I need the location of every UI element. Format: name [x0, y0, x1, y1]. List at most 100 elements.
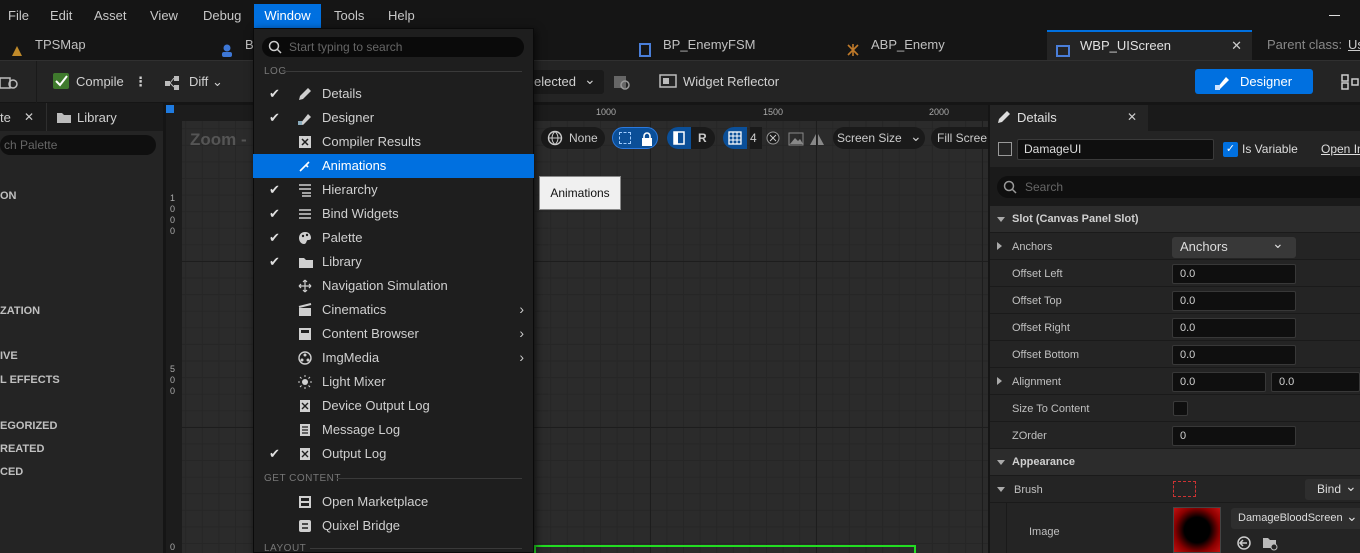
respect-locks-toggle[interactable]: R: [667, 127, 715, 149]
close-icon[interactable]: ✕: [1231, 31, 1242, 61]
alignment-y-input[interactable]: 0.0: [1271, 372, 1360, 392]
use-selected-icon[interactable]: [1236, 535, 1252, 553]
menu-debug[interactable]: Debug: [195, 4, 249, 28]
graph-mode-icon[interactable]: [1340, 73, 1360, 94]
menu-asset[interactable]: Asset: [86, 4, 135, 28]
debug-browse-icon[interactable]: [613, 73, 631, 94]
diff-icon[interactable]: [164, 75, 180, 94]
tab-wbp-uiscreen[interactable]: WBP_UIScreen ✕: [1047, 30, 1252, 60]
zorder-input[interactable]: 0: [1172, 426, 1296, 446]
menu-item-animations[interactable]: Animations: [253, 154, 534, 178]
chevron-right-icon[interactable]: [997, 377, 1002, 385]
palette-search-input[interactable]: ch Palette: [0, 135, 156, 155]
library-tab[interactable]: Library: [46, 103, 163, 131]
menu-file[interactable]: File: [0, 4, 37, 28]
menu-item-quixel-bridge[interactable]: Quixel Bridge: [253, 514, 534, 538]
bridge-icon: [298, 519, 312, 533]
respect-icon[interactable]: [809, 131, 825, 153]
widget-name-input[interactable]: DamageUI: [1017, 139, 1214, 160]
chevron-down-icon[interactable]: ⌄: [212, 74, 223, 90]
image-thumbnail[interactable]: [1173, 507, 1221, 553]
tab-partial[interactable]: B: [215, 30, 255, 60]
designer-button[interactable]: Designer: [1195, 69, 1313, 94]
chevron-right-icon[interactable]: [997, 242, 1002, 250]
palette-category[interactable]: CED: [0, 466, 23, 478]
palette-category[interactable]: EGORIZED: [0, 420, 57, 432]
palette-tab-label[interactable]: te: [0, 110, 11, 125]
minimize-icon[interactable]: [1329, 15, 1340, 16]
chevron-down-icon[interactable]: [997, 487, 1005, 492]
details-search-input[interactable]: Search: [997, 176, 1360, 198]
menu-help[interactable]: Help: [380, 4, 423, 28]
widget-reflector-button[interactable]: Widget Reflector: [683, 74, 779, 89]
bind-dropdown[interactable]: Bind ⌄: [1305, 478, 1360, 500]
grid-icon[interactable]: [723, 127, 747, 149]
compile-options-icon[interactable]: ⋮: [134, 74, 147, 90]
offset-bottom-input[interactable]: 0.0: [1172, 345, 1296, 365]
menu-item-label: Navigation Simulation: [322, 278, 448, 293]
menu-item-details[interactable]: ✔ Details: [253, 82, 534, 106]
menu-item-content-browser[interactable]: Content Browser ›: [253, 322, 534, 346]
message-log-icon: [298, 423, 312, 437]
tab-abp-enemy[interactable]: ABP_Enemy: [840, 30, 1040, 60]
palette-category[interactable]: L EFFECTS: [0, 374, 60, 386]
menu-item-output-log[interactable]: ✔ Output Log: [253, 442, 534, 466]
anchors-dropdown[interactable]: Anchors ⌄: [1172, 235, 1296, 258]
palette-category[interactable]: ON: [0, 190, 17, 202]
menu-tools[interactable]: Tools: [326, 4, 372, 28]
is-variable-checkbox[interactable]: ✓: [1223, 142, 1238, 157]
fill-screen-dropdown[interactable]: Fill Scree: [931, 127, 988, 149]
grid-snap-group[interactable]: 4: [723, 127, 828, 149]
checkmark-icon: ✔: [269, 182, 280, 197]
menu-item-device-output-log[interactable]: Device Output Log: [253, 394, 534, 418]
offset-top-input[interactable]: 0.0: [1172, 291, 1296, 311]
menu-edit[interactable]: Edit: [42, 4, 80, 28]
palette-category[interactable]: REATED: [0, 443, 44, 455]
zoom-fit-icon[interactable]: [765, 130, 781, 153]
compile-button[interactable]: Compile: [76, 74, 124, 89]
menu-item-imgmedia[interactable]: ImgMedia ›: [253, 346, 534, 370]
menu-item-palette[interactable]: ✔ Palette: [253, 226, 534, 250]
compile-status-icon[interactable]: [52, 71, 72, 94]
menu-item-navigation-simulation[interactable]: Navigation Simulation: [253, 274, 534, 298]
lock-toggle[interactable]: [612, 127, 658, 149]
menu-item-cinematics[interactable]: Cinematics ›: [253, 298, 534, 322]
close-icon[interactable]: ✕: [24, 110, 34, 124]
menu-window[interactable]: Window: [254, 4, 321, 28]
image-icon[interactable]: [788, 131, 804, 153]
image-asset-dropdown[interactable]: DamageBloodScreen ⌄: [1231, 508, 1360, 529]
close-icon[interactable]: ✕: [1127, 110, 1137, 124]
palette-category[interactable]: ZATION: [0, 305, 40, 317]
menu-item-library[interactable]: ✔ Library: [253, 250, 534, 274]
menu-item-message-log[interactable]: Message Log: [253, 418, 534, 442]
menu-item-hierarchy[interactable]: ✔ Hierarchy: [253, 178, 534, 202]
open-in-link[interactable]: Open In: [1321, 142, 1360, 156]
widget-reflector-icon[interactable]: [659, 73, 677, 94]
slot-section-header[interactable]: Slot (Canvas Panel Slot): [990, 206, 1360, 232]
localization-preview-button[interactable]: None: [541, 127, 605, 149]
screen-size-dropdown[interactable]: Screen Size ⌄: [833, 127, 925, 149]
debug-object-selector[interactable]: elected ⌄: [530, 70, 604, 94]
widget-bounds-frame[interactable]: [534, 545, 916, 553]
tab-tpsmap[interactable]: TPSMap: [0, 30, 210, 60]
menu-view[interactable]: View: [142, 4, 186, 28]
alignment-x-input[interactable]: 0.0: [1172, 372, 1266, 392]
appearance-section-header[interactable]: Appearance: [990, 449, 1360, 475]
palette-category[interactable]: IVE: [0, 350, 18, 362]
diff-button[interactable]: Diff: [189, 74, 208, 89]
details-tab[interactable]: Details ✕: [990, 105, 1148, 131]
menu-item-light-mixer[interactable]: Light Mixer: [253, 370, 534, 394]
menu-item-designer[interactable]: ✔ Designer: [253, 106, 534, 130]
size-to-content-checkbox[interactable]: [1173, 401, 1188, 416]
browse-asset-icon[interactable]: [1262, 535, 1278, 553]
tab-bp-enemyfsm[interactable]: BP_EnemyFSM: [630, 30, 830, 60]
offset-left-input[interactable]: 0.0: [1172, 264, 1296, 284]
menu-item-bind-widgets[interactable]: ✔ Bind Widgets: [253, 202, 534, 226]
parent-class-link[interactable]: Us: [1348, 30, 1360, 60]
menu-item-label: Device Output Log: [322, 398, 430, 413]
checkmark-icon: ✔: [269, 446, 280, 461]
menu-item-compiler-results[interactable]: Compiler Results: [253, 130, 534, 154]
offset-right-input[interactable]: 0.0: [1172, 318, 1296, 338]
browse-icon[interactable]: [0, 73, 20, 94]
menu-item-open-marketplace[interactable]: Open Marketplace: [253, 490, 534, 514]
